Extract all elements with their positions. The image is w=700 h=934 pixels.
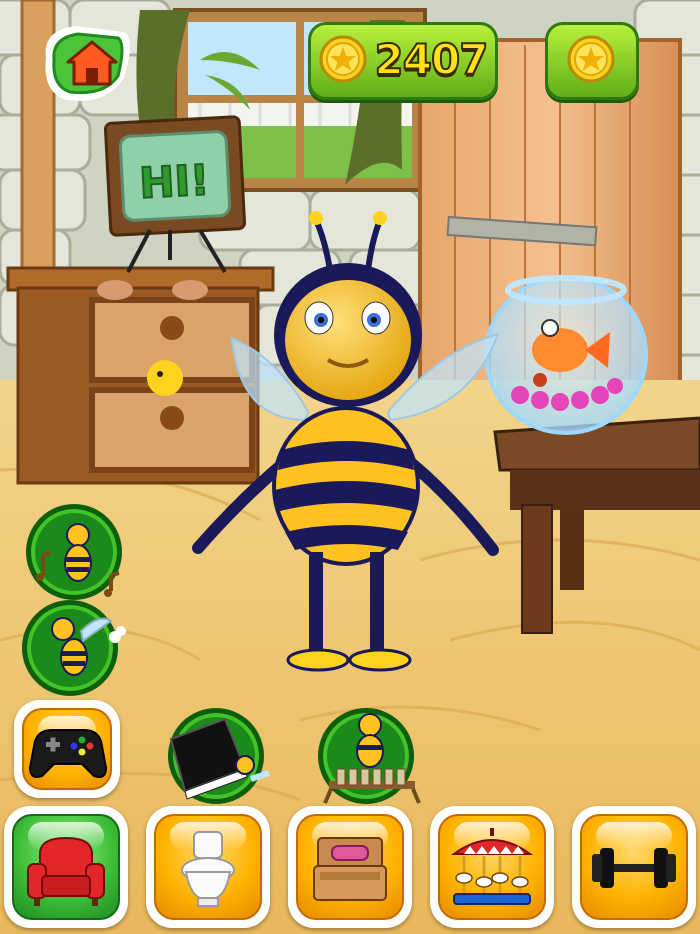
carousel-icon	[450, 828, 534, 905]
bed-icon	[313, 837, 387, 901]
piano-icon	[169, 717, 270, 800]
music-activity-button[interactable]	[26, 504, 122, 600]
flying-activity-button[interactable]	[22, 600, 126, 696]
armchair-icon	[27, 836, 105, 906]
xylophone-icon	[323, 713, 421, 804]
gym-button[interactable]	[572, 806, 696, 928]
living-room-button[interactable]	[4, 806, 128, 928]
tv-screen-text: HI!	[138, 155, 210, 208]
dumbbell-icon	[592, 848, 676, 888]
bedroom-button[interactable]	[288, 806, 412, 928]
toilet-icon	[181, 831, 235, 907]
bathroom-button[interactable]	[146, 806, 270, 928]
star-coin-icon	[319, 35, 367, 83]
star-coin-icon	[567, 35, 615, 83]
music-bee-icon	[36, 523, 120, 597]
playground-button[interactable]	[430, 806, 554, 928]
flying-bee-icon	[51, 617, 126, 676]
xylophone-activity-button[interactable]	[318, 708, 421, 804]
house-icon	[66, 40, 118, 86]
home-button[interactable]	[36, 18, 136, 108]
games-button[interactable]	[14, 700, 120, 798]
piano-activity-button[interactable]	[168, 708, 270, 804]
coin-shop-button[interactable]	[545, 22, 639, 100]
gamepad-icon	[28, 729, 108, 778]
coin-count: 2407	[374, 34, 490, 85]
coin-counter: 2407	[308, 22, 498, 100]
